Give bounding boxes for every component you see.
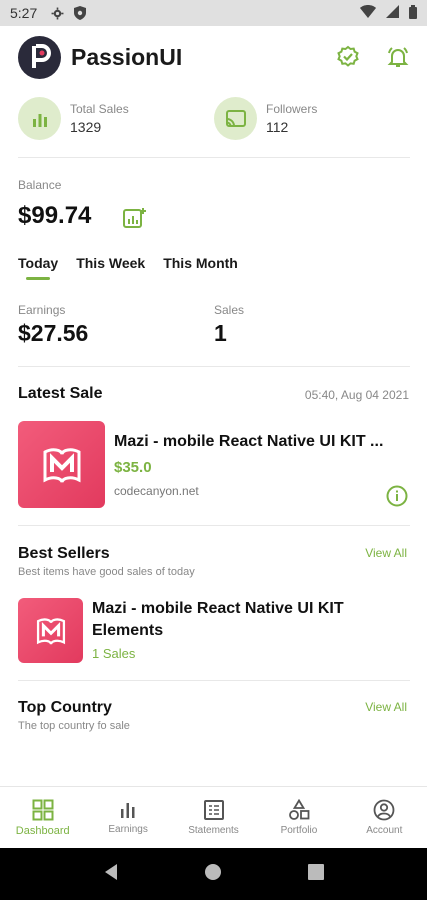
home-icon[interactable]	[204, 863, 222, 886]
nav-statements[interactable]: Statements	[171, 787, 256, 848]
tab-this-week[interactable]: This Week	[76, 255, 145, 271]
dashboard-icon	[32, 799, 54, 820]
earnings-label: Earnings	[18, 303, 66, 317]
mazi-logo-icon	[43, 447, 80, 483]
tab-today[interactable]: Today	[18, 255, 58, 280]
latest-sale-title: Latest Sale	[18, 385, 103, 402]
statements-icon	[203, 800, 224, 820]
followers-stat: Followers 112	[214, 97, 317, 140]
latest-sale-product-name[interactable]: Mazi - mobile React Native UI KIT ...	[114, 431, 404, 453]
best-sellers-subtitle: Best items have good sales of today	[18, 566, 195, 578]
nav-portfolio[interactable]: Portfolio	[256, 787, 341, 848]
earnings-chart-icon	[121, 803, 135, 818]
top-country-subtitle: The top country fo sale	[18, 720, 130, 732]
info-icon[interactable]	[386, 485, 408, 512]
sales-label: Sales	[214, 303, 245, 317]
bar-chart-icon	[18, 97, 61, 140]
shield-status-icon	[74, 6, 87, 20]
nav-dashboard[interactable]: Dashboard	[0, 787, 85, 848]
app-logo	[18, 35, 61, 79]
balance-label: Balance	[18, 178, 62, 192]
account-icon	[373, 799, 395, 821]
signal-icon	[386, 5, 399, 21]
sales-value: 1	[214, 320, 227, 346]
divider	[18, 525, 410, 526]
tab-this-month[interactable]: This Month	[163, 255, 238, 271]
total-sales-stat: Total Sales 1329	[18, 97, 129, 140]
nav-earnings-label: Earnings	[108, 824, 148, 835]
recents-icon[interactable]	[308, 863, 325, 885]
status-time: 5:27	[10, 5, 38, 21]
wifi-icon	[360, 5, 376, 21]
followers-label: Followers	[266, 102, 318, 116]
latest-sale-timestamp: 05:40, Aug 04 2021	[304, 388, 409, 402]
best-seller-name-line1: Mazi - mobile React Native UI KIT	[92, 600, 344, 617]
divider	[18, 680, 410, 681]
verified-badge-icon[interactable]	[336, 45, 360, 69]
best-seller-sales-count: 1 Sales	[92, 646, 136, 661]
nav-statements-label: Statements	[188, 825, 239, 836]
best-sellers-view-all-link[interactable]: View All	[365, 546, 407, 560]
product-thumbnail[interactable]	[18, 421, 105, 508]
best-seller-name-line2: Elements	[92, 622, 164, 639]
shapes-icon	[289, 799, 310, 820]
latest-sale-source: codecanyon.net	[114, 484, 199, 498]
app-header: PassionUI	[18, 35, 410, 79]
notification-bell-icon[interactable]	[386, 45, 410, 69]
divider	[18, 157, 410, 158]
earnings-value: $27.56	[18, 320, 89, 346]
back-icon[interactable]	[103, 863, 119, 886]
app-title: PassionUI	[71, 43, 183, 70]
system-navigation-bar	[0, 848, 427, 900]
status-bar: 5:27	[0, 0, 427, 26]
balance-amount: $99.74	[18, 202, 92, 229]
top-country-title: Top Country	[18, 699, 112, 716]
followers-value: 112	[266, 119, 289, 135]
divider	[18, 366, 410, 367]
best-seller-thumbnail[interactable]	[18, 598, 83, 663]
period-tabs: Today This Week This Month	[18, 255, 238, 280]
best-seller-product-name[interactable]: Mazi - mobile React Native UI KIT Elemen…	[92, 598, 392, 642]
nav-earnings[interactable]: Earnings	[85, 787, 170, 848]
nav-dashboard-label: Dashboard	[15, 824, 70, 837]
battery-icon	[409, 4, 417, 22]
bottom-navigation: Dashboard Earnings Statements Portfolio …	[0, 786, 427, 848]
settings-status-icon	[51, 7, 64, 20]
total-sales-value: 1329	[70, 119, 102, 135]
nav-portfolio-label: Portfolio	[280, 825, 318, 836]
latest-sale-price: $35.0	[114, 459, 152, 476]
add-chart-icon[interactable]	[123, 207, 147, 234]
best-sellers-title: Best Sellers	[18, 545, 110, 562]
top-country-view-all-link[interactable]: View All	[365, 700, 407, 714]
nav-account[interactable]: Account	[342, 787, 427, 848]
mazi-logo-icon	[36, 617, 65, 644]
total-sales-label: Total Sales	[70, 102, 129, 116]
nav-account-label: Account	[366, 825, 403, 836]
cast-icon	[214, 97, 257, 140]
